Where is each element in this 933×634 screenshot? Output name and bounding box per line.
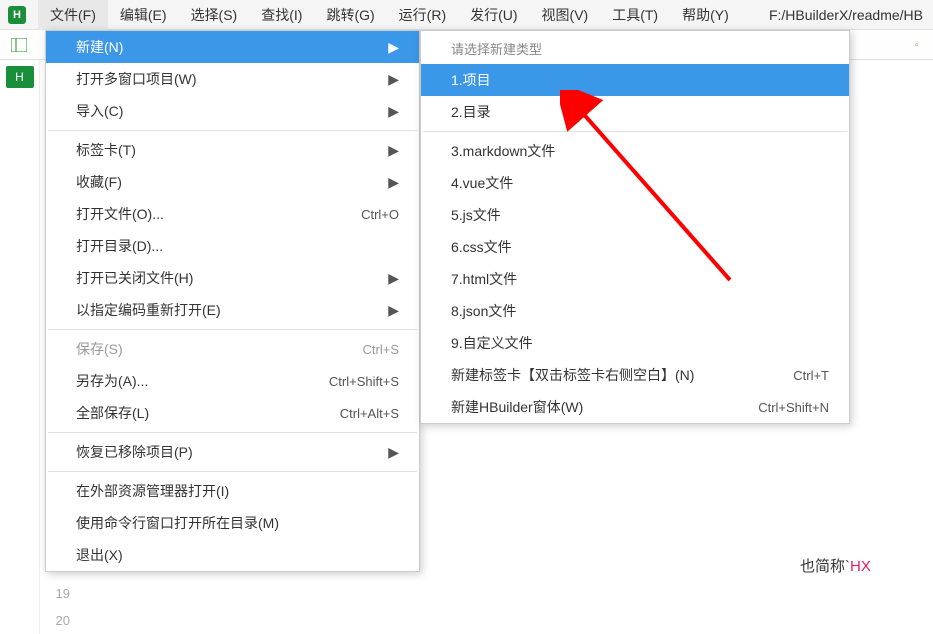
menu-open-external[interactable]: 在外部资源管理器打开(I) bbox=[46, 475, 419, 507]
new-project[interactable]: 1.项目 bbox=[421, 64, 849, 96]
menu-shortcut: Ctrl+Shift+S bbox=[329, 374, 399, 389]
new-html[interactable]: 7.html文件 bbox=[421, 263, 849, 295]
menu-label: 打开已关闭文件(H) bbox=[76, 268, 193, 288]
menu-label: 5.js文件 bbox=[451, 205, 501, 225]
menu-select[interactable]: 选择(S) bbox=[179, 0, 250, 30]
menu-file[interactable]: 文件(F) bbox=[38, 0, 108, 30]
menu-label: 导入(C) bbox=[76, 101, 123, 121]
menu-label: 以指定编码重新打开(E) bbox=[76, 300, 221, 320]
menu-label: 3.markdown文件 bbox=[451, 141, 555, 161]
new-custom[interactable]: 9.自定义文件 bbox=[421, 327, 849, 359]
chevron-right-icon: ▶ bbox=[388, 302, 399, 319]
menu-import[interactable]: 导入(C) ▶ bbox=[46, 95, 419, 127]
menu-separator bbox=[48, 130, 417, 131]
menu-find[interactable]: 查找(I) bbox=[249, 0, 314, 30]
new-markdown[interactable]: 3.markdown文件 bbox=[421, 135, 849, 167]
menu-shortcut: Ctrl+S bbox=[363, 342, 399, 357]
menu-shortcut: Ctrl+Shift+N bbox=[758, 400, 829, 415]
new-submenu: 请选择新建类型 1.项目 2.目录 3.markdown文件 4.vue文件 5… bbox=[420, 30, 850, 424]
menu-help[interactable]: 帮助(Y) bbox=[670, 0, 741, 30]
menu-label: 打开文件(O)... bbox=[76, 204, 164, 224]
menu-shortcut: Ctrl+T bbox=[793, 368, 829, 383]
menu-new-label: 新建(N) bbox=[76, 37, 123, 57]
menu-view[interactable]: 视图(V) bbox=[530, 0, 601, 30]
menu-publish[interactable]: 发行(U) bbox=[458, 0, 529, 30]
menu-label: 打开多窗口项目(W) bbox=[76, 69, 197, 89]
chevron-right-icon: ▶ bbox=[388, 444, 399, 461]
menu-save-as[interactable]: 另存为(A)... Ctrl+Shift+S bbox=[46, 365, 419, 397]
menu-new[interactable]: 新建(N) ▶ bbox=[46, 31, 419, 63]
menu-label: 2.目录 bbox=[451, 102, 491, 122]
menu-label: 恢复已移除项目(P) bbox=[76, 442, 193, 462]
code-token: HX bbox=[850, 558, 871, 575]
chevron-right-icon: ▶ bbox=[388, 142, 399, 159]
chevron-right-icon: ▶ bbox=[388, 270, 399, 287]
menu-label: 另存为(A)... bbox=[76, 371, 148, 391]
preview-icon[interactable] bbox=[915, 36, 933, 54]
menu-separator bbox=[423, 131, 847, 132]
sidebar: H bbox=[0, 60, 40, 634]
menu-label: 全部保存(L) bbox=[76, 403, 149, 423]
menu-label: 4.vue文件 bbox=[451, 173, 513, 193]
menu-edit[interactable]: 编辑(E) bbox=[108, 0, 179, 30]
new-dir[interactable]: 2.目录 bbox=[421, 96, 849, 128]
new-tab[interactable]: 新建标签卡【双击标签卡右侧空白】(N) Ctrl+T bbox=[421, 359, 849, 391]
menu-label: 使用命令行窗口打开所在目录(M) bbox=[76, 513, 279, 533]
menu-exit[interactable]: 退出(X) bbox=[46, 539, 419, 571]
menu-label: 退出(X) bbox=[76, 545, 123, 565]
chevron-right-icon: ▶ bbox=[388, 39, 399, 56]
new-css[interactable]: 6.css文件 bbox=[421, 231, 849, 263]
menu-label: 新建标签卡【双击标签卡右侧空白】(N) bbox=[451, 365, 694, 385]
new-vue[interactable]: 4.vue文件 bbox=[421, 167, 849, 199]
chevron-right-icon: ▶ bbox=[388, 71, 399, 88]
menu-label: 8.json文件 bbox=[451, 301, 516, 321]
menu-run[interactable]: 运行(R) bbox=[387, 0, 458, 30]
menu-open-closed[interactable]: 打开已关闭文件(H) ▶ bbox=[46, 262, 419, 294]
menu-label: 标签卡(T) bbox=[76, 140, 136, 160]
menu-separator bbox=[48, 329, 417, 330]
menu-label: 9.自定义文件 bbox=[451, 333, 533, 353]
sidebar-tab[interactable]: H bbox=[6, 66, 34, 88]
menu-save-all[interactable]: 全部保存(L) Ctrl+Alt+S bbox=[46, 397, 419, 429]
menu-separator bbox=[48, 432, 417, 433]
menu-favorites[interactable]: 收藏(F) ▶ bbox=[46, 166, 419, 198]
chevron-right-icon: ▶ bbox=[388, 174, 399, 191]
menu-goto[interactable]: 跳转(G) bbox=[314, 0, 386, 30]
menu-label: 7.html文件 bbox=[451, 269, 517, 289]
menu-label: 打开目录(D)... bbox=[76, 236, 163, 256]
file-menu-dropdown: 新建(N) ▶ 打开多窗口项目(W) ▶ 导入(C) ▶ 标签卡(T) ▶ 收藏… bbox=[45, 30, 420, 572]
new-json[interactable]: 8.json文件 bbox=[421, 295, 849, 327]
code-text: 也简称` bbox=[800, 558, 850, 575]
chevron-right-icon: ▶ bbox=[388, 103, 399, 120]
menu-open-file[interactable]: 打开文件(O)... Ctrl+O bbox=[46, 198, 419, 230]
file-path: F:/HBuilderX/readme/HB bbox=[769, 7, 933, 23]
line-number: 19 bbox=[40, 580, 70, 607]
menu-label: 6.css文件 bbox=[451, 237, 512, 257]
app-icon: H bbox=[8, 6, 26, 24]
menu-label: 1.项目 bbox=[451, 70, 491, 90]
menu-save[interactable]: 保存(S) Ctrl+S bbox=[46, 333, 419, 365]
menu-separator bbox=[48, 471, 417, 472]
menubar: H 文件(F) 编辑(E) 选择(S) 查找(I) 跳转(G) 运行(R) 发行… bbox=[0, 0, 933, 30]
menu-multiwindow[interactable]: 打开多窗口项目(W) ▶ bbox=[46, 63, 419, 95]
menu-label: 在外部资源管理器打开(I) bbox=[76, 481, 229, 501]
menu-label: 保存(S) bbox=[76, 339, 123, 359]
menu-label: 新建HBuilder窗体(W) bbox=[451, 397, 583, 417]
menu-open-dir[interactable]: 打开目录(D)... bbox=[46, 230, 419, 262]
menu-tabs[interactable]: 标签卡(T) ▶ bbox=[46, 134, 419, 166]
menu-label: 收藏(F) bbox=[76, 172, 122, 192]
sidebar-toggle-icon[interactable] bbox=[10, 36, 28, 54]
menu-shortcut: Ctrl+O bbox=[361, 207, 399, 222]
line-number: 20 bbox=[40, 607, 70, 634]
new-js[interactable]: 5.js文件 bbox=[421, 199, 849, 231]
menu-open-cmd[interactable]: 使用命令行窗口打开所在目录(M) bbox=[46, 507, 419, 539]
menu-restore-removed[interactable]: 恢复已移除项目(P) ▶ bbox=[46, 436, 419, 468]
menu-reopen-encoding[interactable]: 以指定编码重新打开(E) ▶ bbox=[46, 294, 419, 326]
submenu-header: 请选择新建类型 bbox=[421, 31, 849, 64]
menu-tools[interactable]: 工具(T) bbox=[600, 0, 670, 30]
menu-shortcut: Ctrl+Alt+S bbox=[340, 406, 399, 421]
new-window[interactable]: 新建HBuilder窗体(W) Ctrl+Shift+N bbox=[421, 391, 849, 423]
